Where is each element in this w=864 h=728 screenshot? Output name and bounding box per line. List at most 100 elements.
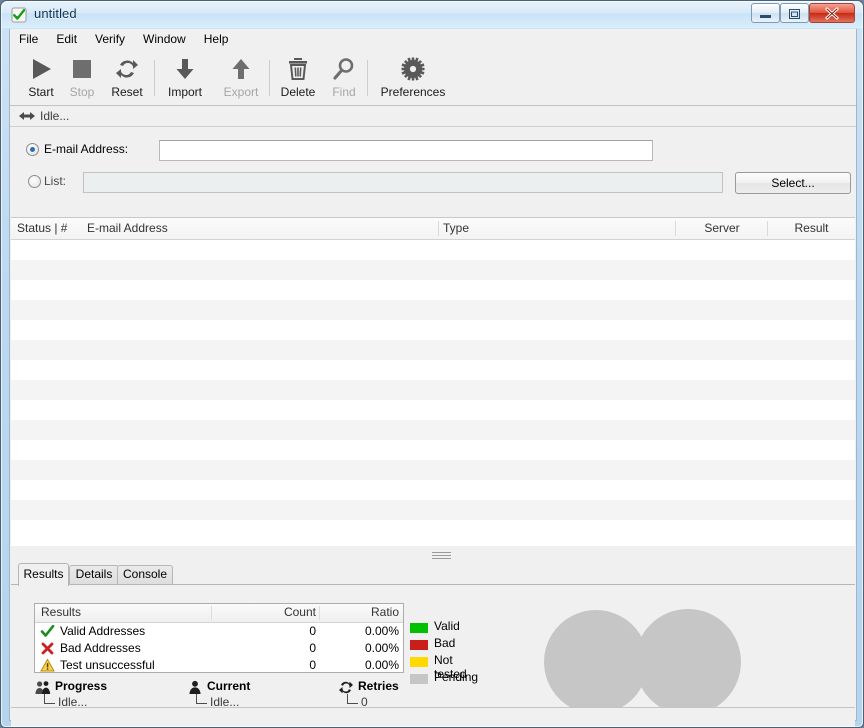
panel-splitter[interactable] xyxy=(11,546,855,564)
splitter-grip-icon[interactable] xyxy=(432,552,451,559)
column-header-email-address-label: E-mail Address xyxy=(87,221,168,235)
application-window: untitled xyxy=(0,0,864,728)
toolbar-separator xyxy=(154,60,155,96)
table-row[interactable] xyxy=(11,300,855,320)
tab-results[interactable]: Results xyxy=(18,563,69,586)
toolbar-start-button[interactable]: Start xyxy=(20,54,62,102)
results-header-ratio: Ratio xyxy=(323,604,399,622)
results-header-count: Count xyxy=(215,604,316,622)
toolbar-find-label: Find xyxy=(323,85,365,99)
menu-item-edit[interactable]: Edit xyxy=(47,29,86,48)
table-row[interactable] xyxy=(11,520,855,540)
results-row-bad-ratio: 0.00% xyxy=(320,641,399,655)
results-row-unsuccessful[interactable]: Test unsuccessful 0 0.00% xyxy=(35,657,403,674)
red-x-icon xyxy=(40,641,55,656)
table-row[interactable] xyxy=(11,340,855,360)
tab-details[interactable]: Details xyxy=(69,565,119,584)
results-row-unsuccessful-ratio: 0.00% xyxy=(320,658,399,672)
left-right-arrow-icon xyxy=(19,110,35,125)
stop-square-icon xyxy=(62,54,102,84)
menu-item-window[interactable]: Window xyxy=(134,29,195,48)
table-row[interactable] xyxy=(11,400,855,420)
toolbar-preferences-label: Preferences xyxy=(371,85,455,99)
table-row[interactable] xyxy=(11,280,855,300)
table-body[interactable] xyxy=(11,240,855,540)
table-row[interactable] xyxy=(11,240,855,260)
results-summary-table: Results Count Ratio xyxy=(34,603,404,673)
close-button[interactable] xyxy=(809,3,855,23)
minimize-button[interactable] xyxy=(751,3,780,23)
toolbar-import-button[interactable]: Import xyxy=(158,54,212,102)
info-title-current: Current xyxy=(207,679,250,693)
results-row-bad[interactable]: Bad Addresses 0 0.00% xyxy=(35,640,403,657)
info-value-retries: 0 xyxy=(361,695,368,707)
results-header-row: Results Count Ratio xyxy=(35,604,403,623)
toolbar-stop-button[interactable]: Stop xyxy=(62,54,102,102)
toolbar-preferences-button[interactable]: Preferences xyxy=(371,54,455,102)
legend-swatch-not-tested xyxy=(410,657,428,667)
results-row-valid-count: 0 xyxy=(230,624,316,638)
radio-list[interactable] xyxy=(28,175,41,188)
table-row[interactable] xyxy=(11,380,855,400)
connection-status-text: Idle... xyxy=(40,109,69,123)
toolbar-delete-button[interactable]: Delete xyxy=(273,54,323,102)
column-header-result-label: Result xyxy=(794,221,828,235)
results-row-unsuccessful-label: Test unsuccessful xyxy=(60,658,155,672)
table-row[interactable] xyxy=(11,260,855,280)
menu-item-help[interactable]: Help xyxy=(195,29,238,48)
connection-status-strip: Idle... xyxy=(10,106,856,127)
tree-elbow xyxy=(44,694,55,704)
info-title-retries: Retries xyxy=(358,679,399,693)
column-header-result[interactable]: Result xyxy=(768,218,855,239)
window-title: untitled xyxy=(34,6,77,21)
legend-label-valid: Valid xyxy=(434,619,460,633)
menu-item-file[interactable]: File xyxy=(10,29,47,48)
magnifier-icon xyxy=(323,54,365,84)
results-row-bad-label: Bad Addresses xyxy=(60,641,141,655)
list-path-input[interactable] xyxy=(83,172,723,193)
trash-icon xyxy=(273,54,323,84)
email-list-table[interactable]: Status | # E-mail Address Type Server Re… xyxy=(11,217,855,547)
green-check-icon xyxy=(40,624,55,639)
column-header-type-label: Type xyxy=(443,221,469,235)
toolbar: Start Stop Reset xyxy=(10,50,856,106)
results-header-divider xyxy=(319,604,320,622)
table-row[interactable] xyxy=(11,320,855,340)
arrow-down-icon xyxy=(158,54,212,84)
column-header-type[interactable]: Type xyxy=(443,218,676,239)
toolbar-export-button[interactable]: Export xyxy=(214,54,268,102)
radio-email-address[interactable] xyxy=(26,143,39,156)
table-row[interactable] xyxy=(11,480,855,500)
email-address-input[interactable] xyxy=(159,140,653,161)
table-row[interactable] xyxy=(11,500,855,520)
toolbar-separator xyxy=(269,60,270,96)
tab-console[interactable]: Console xyxy=(117,565,173,584)
info-value-progress: Idle... xyxy=(58,695,87,707)
select-button[interactable]: Select... xyxy=(735,172,851,194)
warning-triangle-icon xyxy=(40,658,55,673)
column-divider[interactable] xyxy=(438,221,439,236)
label-list: List: xyxy=(44,174,66,188)
column-header-server[interactable]: Server xyxy=(676,218,768,239)
table-row[interactable] xyxy=(11,440,855,460)
tree-elbow xyxy=(347,694,358,704)
table-row[interactable] xyxy=(11,360,855,380)
column-header-status[interactable]: Status | # xyxy=(17,218,83,239)
toolbar-reset-button[interactable]: Reset xyxy=(103,54,151,102)
table-row[interactable] xyxy=(11,460,855,480)
input-panel: E-mail Address: List: Select... xyxy=(10,127,856,184)
column-header-server-label: Server xyxy=(704,221,739,235)
toolbar-find-button[interactable]: Find xyxy=(323,54,365,102)
results-row-bad-count: 0 xyxy=(230,641,316,655)
title-bar[interactable]: untitled xyxy=(1,1,864,28)
toolbar-import-label: Import xyxy=(158,85,212,99)
results-header-divider xyxy=(211,604,212,622)
toolbar-delete-label: Delete xyxy=(273,85,323,99)
table-row[interactable] xyxy=(11,420,855,440)
menu-item-verify[interactable]: Verify xyxy=(86,29,134,48)
column-header-email-address[interactable]: E-mail Address xyxy=(87,218,439,239)
checkmark-icon xyxy=(11,7,27,23)
results-row-valid[interactable]: Valid Addresses 0 0.00% xyxy=(35,623,403,640)
maximize-button[interactable] xyxy=(780,3,809,23)
gear-icon xyxy=(371,54,455,84)
